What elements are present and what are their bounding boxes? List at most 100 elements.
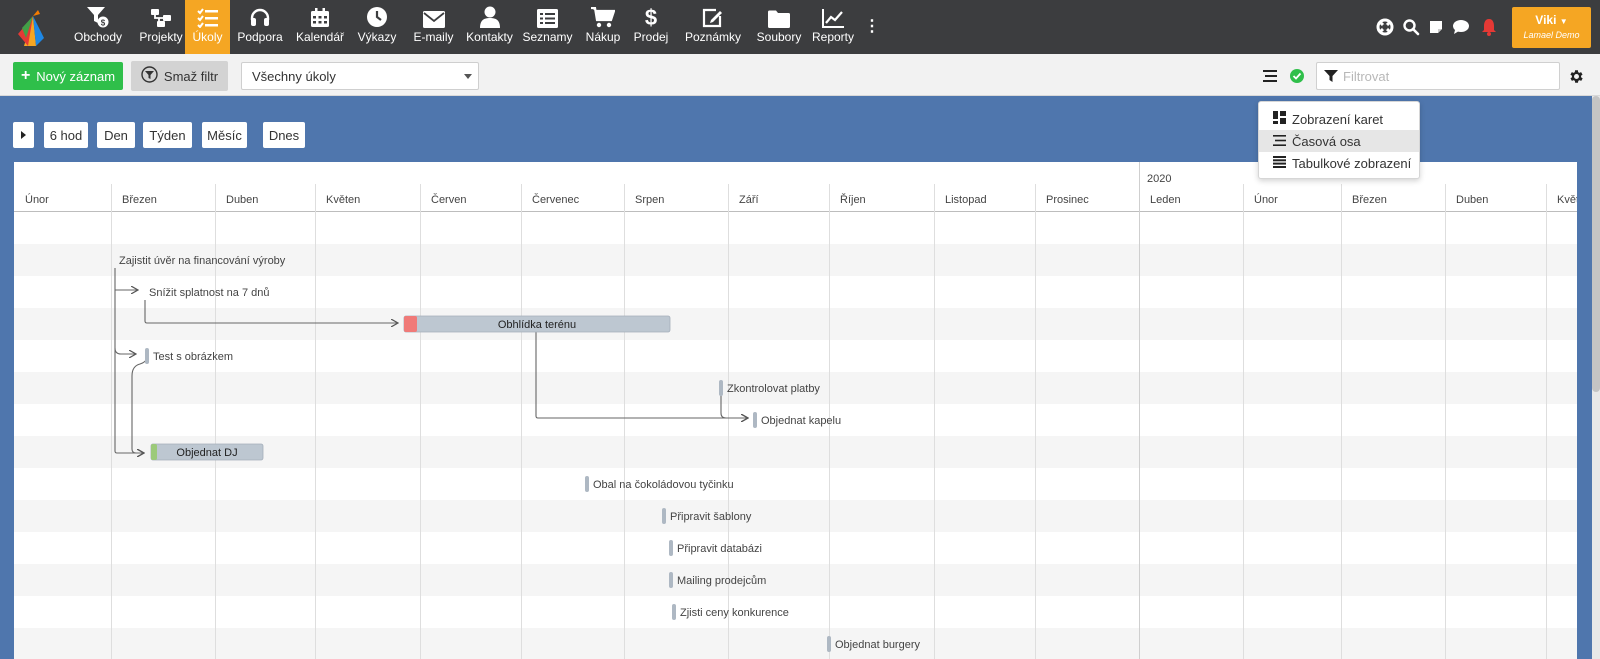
month-label: Říjen xyxy=(840,193,866,206)
nav-item-label: Kalendář xyxy=(295,30,345,44)
sticky-note-icon[interactable] xyxy=(1425,16,1447,38)
nav-item-5[interactable]: Výkazy xyxy=(356,0,398,54)
task-label[interactable]: Test s obrázkem xyxy=(153,351,233,363)
view-item-timeline[interactable]: Časová osa xyxy=(1259,130,1419,152)
task-label[interactable]: Zajistit úvěr na financování výroby xyxy=(119,255,286,267)
timeline-row xyxy=(14,212,1577,244)
page-scrollbar-thumb[interactable] xyxy=(1592,96,1600,392)
gear-icon[interactable] xyxy=(1567,67,1585,85)
filter-clear-icon xyxy=(141,66,158,86)
nav-item-label: Seznamy xyxy=(522,30,573,44)
task-milestone[interactable] xyxy=(669,572,673,588)
new-record-button[interactable]: + Nový záznam xyxy=(13,62,123,90)
nav-item-11[interactable]: Poznámky xyxy=(682,0,744,54)
clear-filter-button[interactable]: Smaž filtr xyxy=(131,61,228,91)
nav-item-label: Projekty xyxy=(139,30,183,44)
month-label: Duben xyxy=(226,194,258,206)
timeline-canvas: Únor Březen Duben Květen Červen Červenec Srpen… xyxy=(14,162,1577,659)
chevron-down-icon: ▼ xyxy=(1559,17,1568,26)
task-milestone[interactable] xyxy=(145,348,149,364)
view-item-table[interactable]: Tabulkové zobrazení xyxy=(1259,152,1419,174)
user-name: Viki ▼ xyxy=(1535,13,1568,27)
nav-item-8[interactable]: Seznamy xyxy=(520,0,575,54)
task-milestone[interactable] xyxy=(662,508,666,524)
nav-item-2[interactable]: Úkoly xyxy=(185,0,230,54)
nav-item-9[interactable]: Nákup xyxy=(584,0,622,54)
lifebuoy-icon[interactable] xyxy=(1374,16,1396,38)
timeline-row xyxy=(14,564,1577,596)
nav-item-label: Úkoly xyxy=(192,30,223,44)
bell-icon[interactable] xyxy=(1478,16,1500,38)
task-milestone[interactable] xyxy=(753,412,757,428)
edit-icon xyxy=(702,0,724,30)
funnel-dollar-icon: $ xyxy=(86,0,110,30)
align-left-icon xyxy=(1273,134,1286,149)
timeline-row xyxy=(14,628,1577,659)
svg-text:$: $ xyxy=(101,19,106,28)
plus-icon: + xyxy=(20,67,31,84)
view-mode-menu: Zobrazení karet Časová osa Tabulkové zob… xyxy=(1258,101,1420,179)
nav-item-label: Soubory xyxy=(756,30,802,44)
nav-item-label: Kontakty xyxy=(466,30,513,44)
zoom-button-1[interactable]: Den xyxy=(97,122,135,148)
timeline-row xyxy=(14,308,1577,340)
month-label: Leden xyxy=(1150,194,1181,206)
expand-button[interactable] xyxy=(13,122,34,148)
task-label[interactable]: Mailing prodejcům xyxy=(677,575,766,587)
th-large-icon xyxy=(1273,111,1286,127)
nav-item-6[interactable]: E-maily xyxy=(410,0,457,54)
month-label: Květen xyxy=(326,194,360,206)
nav-item-label: Prodej xyxy=(633,30,669,44)
task-milestone[interactable] xyxy=(719,380,723,396)
task-label[interactable]: Připravit šablony xyxy=(670,511,752,523)
timeline-chart: Únor Březen Duben Květen Červen Červenec Srpen… xyxy=(14,162,1577,659)
nav-item-1[interactable]: Projekty xyxy=(136,0,186,54)
month-label: Březen xyxy=(122,194,157,206)
zoom-button-0[interactable]: 6 hod xyxy=(44,122,88,148)
task-label[interactable]: Snížit splatnost na 7 dnů xyxy=(149,287,269,299)
task-milestone[interactable] xyxy=(585,476,589,492)
chat-icon[interactable] xyxy=(1450,16,1472,38)
task-label[interactable]: Objednat burgery xyxy=(835,639,920,651)
task-milestone[interactable] xyxy=(827,636,831,652)
timeline-row xyxy=(14,596,1577,628)
view-item-cards[interactable]: Zobrazení karet xyxy=(1259,108,1419,130)
user-menu[interactable]: Viki ▼ Lamael Demo xyxy=(1512,7,1591,48)
task-label[interactable]: Zkontrolovat platby xyxy=(727,383,820,395)
list-icon xyxy=(537,0,558,30)
nav-item-7[interactable]: Kontakty xyxy=(462,0,517,54)
tasks-icon xyxy=(196,0,219,30)
filter-box xyxy=(1316,62,1560,90)
search-icon[interactable] xyxy=(1400,16,1422,38)
month-label: Srpen xyxy=(635,194,664,206)
filter-input[interactable] xyxy=(1343,67,1553,85)
nav-item-13[interactable]: Reporty xyxy=(808,0,858,54)
user-icon xyxy=(479,0,500,30)
task-label[interactable]: Zjisti ceny konkurence xyxy=(680,607,789,619)
task-label[interactable]: Objednat kapelu xyxy=(761,415,841,427)
nav-item-10[interactable]: $ Prodej xyxy=(631,0,671,54)
check-circle-icon[interactable] xyxy=(1288,67,1306,85)
task-milestone[interactable] xyxy=(669,540,673,556)
nav-item-12[interactable]: Soubory xyxy=(753,0,805,54)
user-company: Lamael Demo xyxy=(1523,30,1580,40)
month-label: Červenec xyxy=(532,193,580,206)
today-button[interactable]: Dnes xyxy=(263,122,305,148)
headset-icon xyxy=(249,0,271,30)
zoom-button-3[interactable]: Měsíc xyxy=(202,122,247,148)
task-label[interactable]: Obal na čokoládovou tyčinku xyxy=(593,479,734,491)
nav-item-label: Nákup xyxy=(585,30,621,44)
nav-item-3[interactable]: Podpora xyxy=(233,0,287,54)
align-left-icon[interactable] xyxy=(1261,67,1279,85)
task-view-select[interactable]: Všechny úkoly xyxy=(241,62,479,90)
app-logo[interactable] xyxy=(14,8,52,48)
nav-item-4[interactable]: Kalendář xyxy=(294,0,346,54)
nav-item-label: Obchody xyxy=(73,30,123,44)
zoom-button-2[interactable]: Týden xyxy=(143,122,192,148)
more-menu-icon[interactable]: ⋮ xyxy=(864,19,880,35)
task-label[interactable]: Připravit databázi xyxy=(677,543,762,555)
timeline-row xyxy=(14,340,1577,372)
task-milestone[interactable] xyxy=(672,604,676,620)
nav-item-0[interactable]: $ Obchody xyxy=(74,0,122,54)
task-bar-label: Obhlídka terénu xyxy=(498,319,576,331)
